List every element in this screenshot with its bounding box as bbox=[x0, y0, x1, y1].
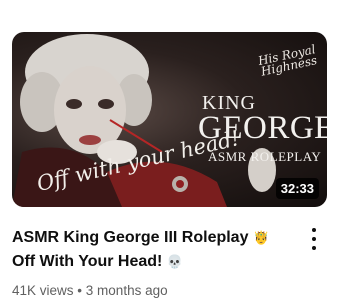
video-meta: 41K views • 3 months ago bbox=[12, 283, 168, 298]
video-thumbnail[interactable]: His Royal Highness KING GEORGE III ASMR … bbox=[12, 32, 327, 207]
meta-separator: • bbox=[77, 283, 83, 298]
title-line1: ASMR King George III Roleplay bbox=[12, 229, 249, 246]
title-line2: Off With Your Head! bbox=[12, 253, 163, 270]
view-count: 41K views bbox=[12, 283, 74, 298]
video-title[interactable]: ASMR King George III Roleplay 🤴 Off With… bbox=[12, 226, 287, 274]
skull-emoji-icon: 💀 bbox=[166, 255, 184, 270]
prince-emoji-icon: 🤴 bbox=[252, 231, 270, 246]
video-card[interactable]: His Royal Highness KING GEORGE III ASMR … bbox=[0, 0, 343, 306]
more-vert-icon[interactable] bbox=[305, 226, 323, 252]
upload-age: 3 months ago bbox=[85, 283, 168, 298]
duration-badge: 32:33 bbox=[275, 178, 319, 199]
